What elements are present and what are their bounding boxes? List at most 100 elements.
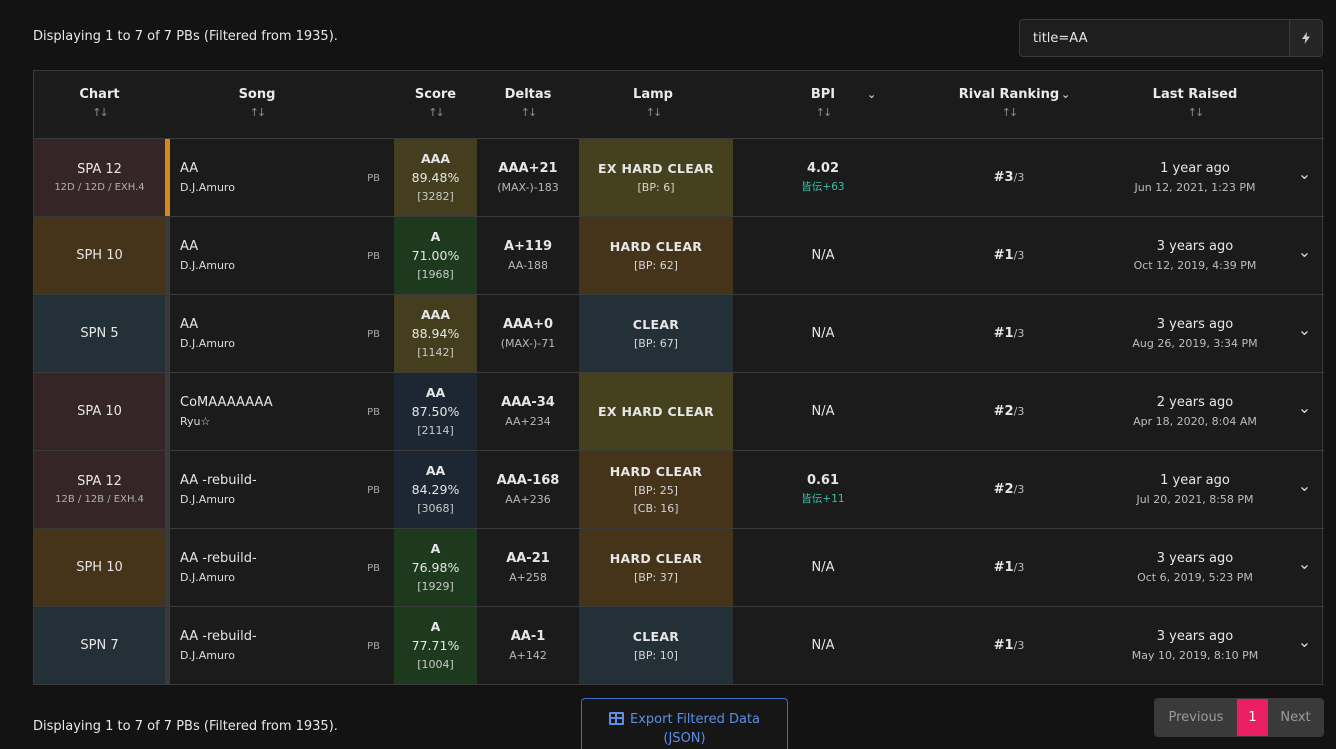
table-row[interactable]: SPN 5 AA D.J.Amuro PB AAA 88.94% [1142] AAA+0 (M… [34,295,1324,373]
next-page-button[interactable]: Next [1268,699,1323,736]
raised-date: Apr 18, 2020, 8:04 AM [1133,415,1257,428]
score-grade: AAA [420,307,451,322]
rival-rank: #1 [993,326,1014,341]
table-row[interactable]: SPA 10 CoMAAAAAAA Ryu☆ PB AA 87.50% [2114] AAA-… [34,373,1324,451]
chart-cell: SPH 10 [34,529,165,606]
bpi-kaiden: 皆伝+63 [801,181,845,193]
bpi-value: N/A [811,404,835,419]
score-cell: AAA 88.94% [1142] [394,295,477,372]
score-percent: 77.71% [411,638,460,653]
header-chart[interactable]: Chart ↑↓ [34,87,165,119]
rival-total: /3 [1013,561,1025,574]
delta-sub: A+142 [509,649,547,662]
header-score[interactable]: Score ↑↓ [394,87,477,119]
rival-rank: #2 [993,482,1014,497]
rival-total: /3 [1013,327,1025,340]
last-raised-cell: 1 year ago Jun 12, 2021, 1:23 PM [1105,139,1285,216]
chevron-down-icon[interactable]: ⌄ [1285,217,1324,294]
song-artist: D.J.Amuro [180,493,235,506]
chevron-down-icon[interactable]: ⌄ [1285,139,1324,216]
score-percent: 89.48% [411,170,460,185]
last-raised-cell: 3 years ago May 10, 2019, 8:10 PM [1105,607,1285,684]
table-row[interactable]: SPN 7 AA -rebuild- D.J.Amuro PB A 77.71% [1004… [34,607,1324,685]
sort-icon: ↑↓ [645,106,662,119]
results-summary-bottom: Displaying 1 to 7 of 7 PBs (Filtered fro… [33,719,338,734]
chevron-down-icon[interactable]: ⌄ [867,88,876,101]
chevron-down-icon[interactable]: ⌄ [1285,295,1324,372]
deltas-cell: AAA+0 (MAX-)-71 [477,295,579,372]
delta-sub: (MAX-)-71 [500,337,556,350]
lamp-cell: CLEAR [BP: 67] [579,295,733,372]
header-bpi[interactable]: BPI ⌄ ↑↓ [733,87,913,119]
lamp-cell: HARD CLEAR [BP: 25] [CB: 16] [579,451,733,528]
table-row[interactable]: SPH 10 AA -rebuild- D.J.Amuro PB A 76.98% [192… [34,529,1324,607]
export-filtered-data-button[interactable]: Export Filtered Data (JSON) [581,698,788,749]
deltas-cell: A+119 AA-188 [477,217,579,294]
sort-icon: ↑↓ [1001,106,1018,119]
rival-rank: #1 [993,638,1014,653]
chart-name: SPA 12 [77,474,122,489]
chart-name: SPA 12 [77,162,122,177]
score-cell: AAA 89.48% [3282] [394,139,477,216]
song-title[interactable]: AA [180,317,198,332]
delta-main: AA-1 [510,629,546,644]
chevron-down-icon[interactable]: ⌄ [1285,529,1324,606]
song-title[interactable]: AA -rebuild- [180,629,257,644]
song-title[interactable]: CoMAAAAAAA [180,395,273,410]
score-cell: AA 87.50% [2114] [394,373,477,450]
rival-total: /3 [1013,483,1025,496]
score-grade: A [430,619,441,634]
rival-total: /3 [1013,639,1025,652]
delta-main: A+119 [503,239,553,254]
rival-ranking-cell: #2/3 [913,451,1105,528]
raised-date: Jun 12, 2021, 1:23 PM [1134,181,1256,194]
song-cell: AA D.J.Amuro PB [170,217,394,294]
raised-relative: 3 years ago [1156,239,1234,254]
bpi-cell: N/A [733,529,913,606]
rival-total: /3 [1013,249,1025,262]
lamp-cell: HARD CLEAR [BP: 62] [579,217,733,294]
song-cell: AA D.J.Amuro PB [170,139,394,216]
search-bar [1019,19,1323,57]
header-rival-ranking[interactable]: Rival Ranking ⌄ ↑↓ [913,87,1105,119]
delta-sub: (MAX-)-183 [497,181,559,194]
score-grade: A [430,229,441,244]
chevron-down-icon[interactable]: ⌄ [1061,88,1070,101]
bolt-icon[interactable] [1289,20,1322,56]
header-lamp[interactable]: Lamp ↑↓ [579,87,727,119]
chevron-down-icon[interactable]: ⌄ [1285,451,1324,528]
search-input[interactable] [1020,20,1289,56]
chevron-down-icon[interactable]: ⌄ [1285,373,1324,450]
page-1-button[interactable]: 1 [1237,699,1268,736]
table-row[interactable]: SPA 12 12D / 12D / EXH.4 AA D.J.Amuro PB AAA 8… [34,139,1324,217]
last-raised-cell: 3 years ago Oct 12, 2019, 4:39 PM [1105,217,1285,294]
delta-main: AAA-168 [496,473,560,488]
song-title[interactable]: AA [180,239,198,254]
table-row[interactable]: SPA 12 12B / 12B / EXH.4 AA -rebuild- D.J.A… [34,451,1324,529]
delta-sub: A+258 [509,571,547,584]
raised-relative: 3 years ago [1156,317,1234,332]
song-artist: D.J.Amuro [180,649,235,662]
pb-badge: PB [367,329,380,340]
song-cell: AA D.J.Amuro PB [170,295,394,372]
header-deltas[interactable]: Deltas ↑↓ [477,87,579,119]
table-row[interactable]: SPH 10 AA D.J.Amuro PB A 71.00% [1968] A+119 AA-… [34,217,1324,295]
lamp-name: EX HARD CLEAR [598,161,714,176]
header-song[interactable]: Song ↑↓ [170,87,344,119]
bpi-value: N/A [811,248,835,263]
song-title[interactable]: AA [180,161,198,176]
score-cell: A 71.00% [1968] [394,217,477,294]
rival-ranking-cell: #2/3 [913,373,1105,450]
song-title[interactable]: AA -rebuild- [180,551,257,566]
rival-rank: #3 [993,170,1014,185]
lamp-name: HARD CLEAR [609,239,703,254]
table-icon [608,712,624,725]
song-title[interactable]: AA -rebuild- [180,473,257,488]
delta-sub: AA+234 [505,415,551,428]
lamp-bp: [BP: 25] [634,484,678,497]
song-artist: D.J.Amuro [180,181,235,194]
previous-page-button[interactable]: Previous [1155,699,1237,736]
score-ex: [1004] [417,658,454,671]
chevron-down-icon[interactable]: ⌄ [1285,607,1324,684]
header-last-raised[interactable]: Last Raised ↑↓ [1105,87,1285,119]
